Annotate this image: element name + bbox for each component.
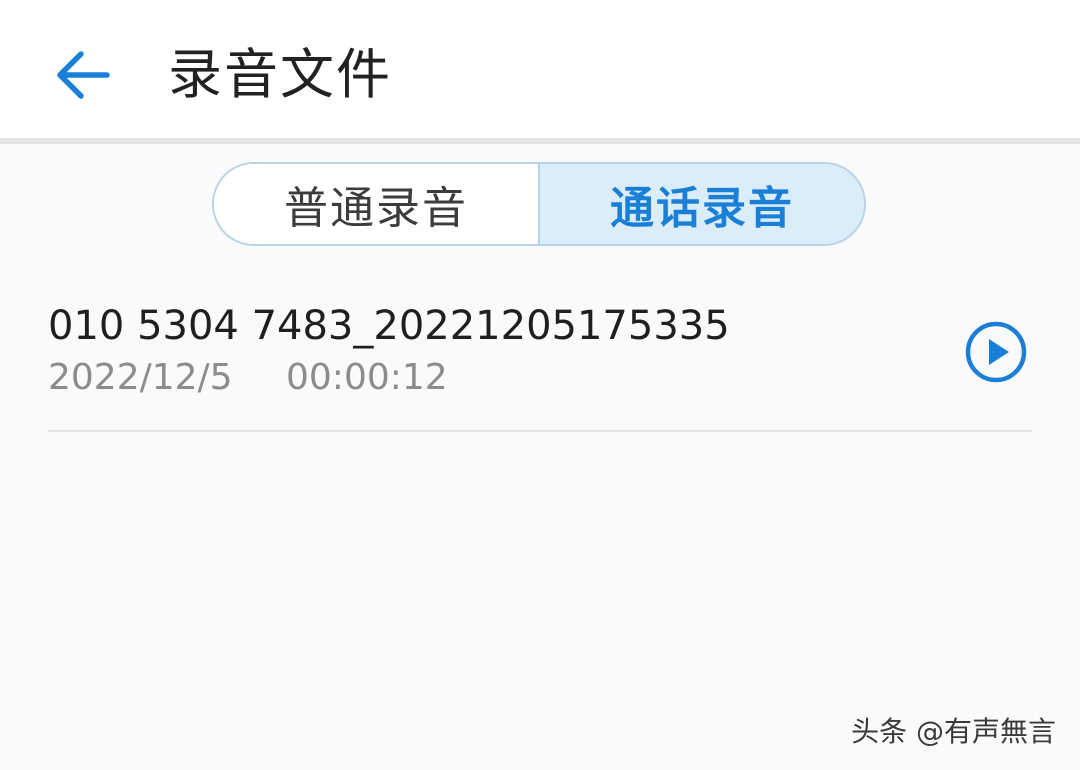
app-header: 录音文件	[0, 0, 1080, 138]
tab-call-recording[interactable]: 通话录音	[540, 164, 864, 244]
recording-type-tabs: 普通录音 通话录音	[212, 162, 866, 246]
play-circle-icon	[965, 321, 1027, 383]
recording-name: 010 5304 7483_20221205175335	[48, 303, 730, 349]
list-item[interactable]: 010 5304 7483_20221205175335 2022/12/5 0…	[48, 290, 1032, 432]
header-divider	[0, 138, 1080, 144]
play-button[interactable]	[962, 318, 1030, 386]
back-button[interactable]	[48, 40, 118, 110]
recording-duration: 00:00:12	[286, 357, 448, 398]
arrow-left-icon	[57, 51, 110, 99]
page-title: 录音文件	[168, 43, 392, 106]
tab-normal-recording[interactable]: 普通录音	[214, 164, 540, 244]
recording-date: 2022/12/5	[48, 357, 233, 398]
watermark: 头条 @有声無言	[851, 715, 1056, 748]
